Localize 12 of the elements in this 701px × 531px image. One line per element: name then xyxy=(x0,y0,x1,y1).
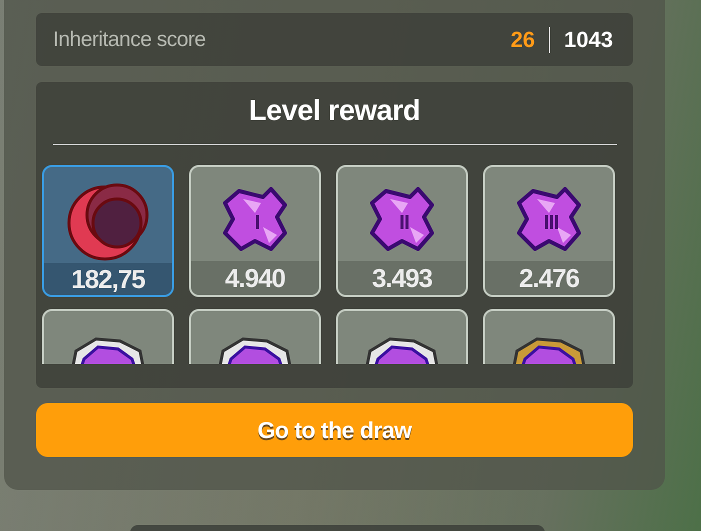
reward-amount: 3.493 xyxy=(338,261,466,295)
reward-tile[interactable]: 4.940 xyxy=(189,165,321,297)
level-reward-title: Level reward xyxy=(248,95,420,128)
reward-amount: 4.940 xyxy=(191,261,319,295)
reward-amount: 2.476 xyxy=(485,261,613,295)
reward-amount: 182,75 xyxy=(44,263,172,295)
reward-tile[interactable]: 3.493 xyxy=(336,165,468,297)
reward-tile[interactable]: 182,75 xyxy=(42,165,174,297)
score-label: Inheritance score xyxy=(53,28,207,52)
score-current: 26 xyxy=(510,26,536,52)
score-total: 1043 xyxy=(564,26,613,52)
reward-tile[interactable]: 2.476 xyxy=(483,165,615,297)
